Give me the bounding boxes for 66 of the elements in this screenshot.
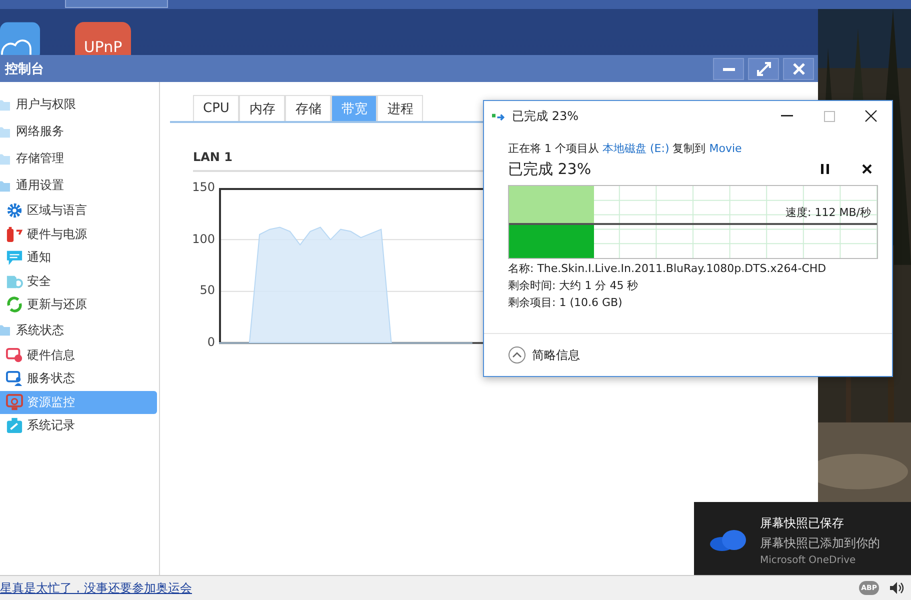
notification-toast[interactable]: 屏幕快照已保存 屏幕快照已添加到你的 Microsoft OneDrive xyxy=(694,502,911,578)
group-label: 通用设置 xyxy=(16,177,64,194)
sidebar-group[interactable]: 存储管理 xyxy=(0,145,159,172)
sidebar-group[interactable]: 通用设置 xyxy=(0,172,159,199)
sidebar-item[interactable]: 区域与语言 xyxy=(0,199,157,222)
close-icon xyxy=(865,110,877,122)
toast-message: 屏幕快照已添加到你的 xyxy=(760,534,880,552)
dialog-title: 已完成 23% xyxy=(512,108,578,124)
tab[interactable]: 进程 xyxy=(377,95,424,121)
group-label: 用户与权限 xyxy=(16,96,76,113)
maximize-icon xyxy=(824,110,834,122)
toast-source: Microsoft OneDrive xyxy=(760,554,857,566)
sidebar-group[interactable]: 网络服务 xyxy=(0,118,159,145)
sidebar-item[interactable]: 安全 xyxy=(0,270,157,293)
y-tick-label: 100 xyxy=(192,232,215,246)
sidebar-item[interactable]: 服务状态 xyxy=(0,367,157,390)
speed-label: 速度: 112 MB/秒 xyxy=(786,205,871,220)
folder-icon xyxy=(0,324,10,336)
detail-text: 剩余时间: 大约 1 分 45 秒 xyxy=(508,279,640,293)
close-icon xyxy=(862,164,872,174)
sidebar-item[interactable]: 硬件信息 xyxy=(0,344,157,367)
monitor-icon xyxy=(6,394,23,411)
sidebar-item[interactable]: 系统记录 xyxy=(0,414,157,438)
chevron-up-icon xyxy=(508,346,526,364)
tab[interactable]: 内存 xyxy=(239,95,286,121)
expand-icon xyxy=(756,62,770,76)
cloud-icon xyxy=(708,528,748,552)
maximize-button[interactable] xyxy=(748,58,779,80)
news-link[interactable]: 星真是太忙了，没事还要参加奥运会 xyxy=(0,580,192,596)
sidebar-item[interactable]: 通知 xyxy=(0,246,157,270)
group-label: 网络服务 xyxy=(16,123,64,140)
group-label: 存储管理 xyxy=(16,150,64,167)
window-title: 控制台 xyxy=(5,60,44,78)
detail-text: 名称: The.Skin.I.Live.In.2011.BluRay.1080p.DTS.x264-CHD xyxy=(508,262,828,276)
clipboard-icon xyxy=(6,417,23,434)
sidebar-group[interactable]: 用户与权限 xyxy=(0,91,159,118)
closed-folder-icon xyxy=(0,98,10,110)
minimize-button[interactable] xyxy=(713,58,744,80)
sidebar-item[interactable]: 硬件与电源 xyxy=(0,222,157,246)
folder-icon xyxy=(0,180,10,192)
speaker-icon[interactable] xyxy=(889,581,905,595)
monitor-alert-icon xyxy=(6,346,23,364)
monitor-user-icon xyxy=(6,370,23,388)
closed-folder-icon xyxy=(0,126,10,138)
minimize-icon xyxy=(781,115,793,117)
sidebar-group[interactable]: 系统状态 xyxy=(0,316,159,344)
y-tick-label: 150 xyxy=(192,180,215,194)
closed-folder-icon xyxy=(0,152,10,164)
detail-text: 剩余项目: 1 (10.6 GB) xyxy=(508,296,624,310)
close-icon xyxy=(792,62,804,74)
chat-icon xyxy=(6,249,23,266)
cloud-app-icon[interactable] xyxy=(0,22,40,55)
toast-title: 屏幕快照已保存 xyxy=(760,514,845,532)
y-tick-label: 50 xyxy=(200,283,215,298)
fewer-details-button[interactable]: 简略信息 xyxy=(508,346,580,364)
y-tick-label: 0 xyxy=(207,335,215,349)
tab[interactable]: CPU xyxy=(193,95,240,121)
refresh-icon xyxy=(6,296,23,314)
upnp-app-icon[interactable]: UPnP xyxy=(75,22,131,55)
copy-icon xyxy=(492,112,506,120)
tab[interactable]: 存储 xyxy=(285,95,332,121)
group-label: 系统状态 xyxy=(16,322,64,338)
gear-icon xyxy=(6,202,23,220)
sidebar-item[interactable]: 更新与还原 xyxy=(0,293,157,316)
battery-icon xyxy=(6,226,23,243)
pause-icon xyxy=(821,164,829,174)
